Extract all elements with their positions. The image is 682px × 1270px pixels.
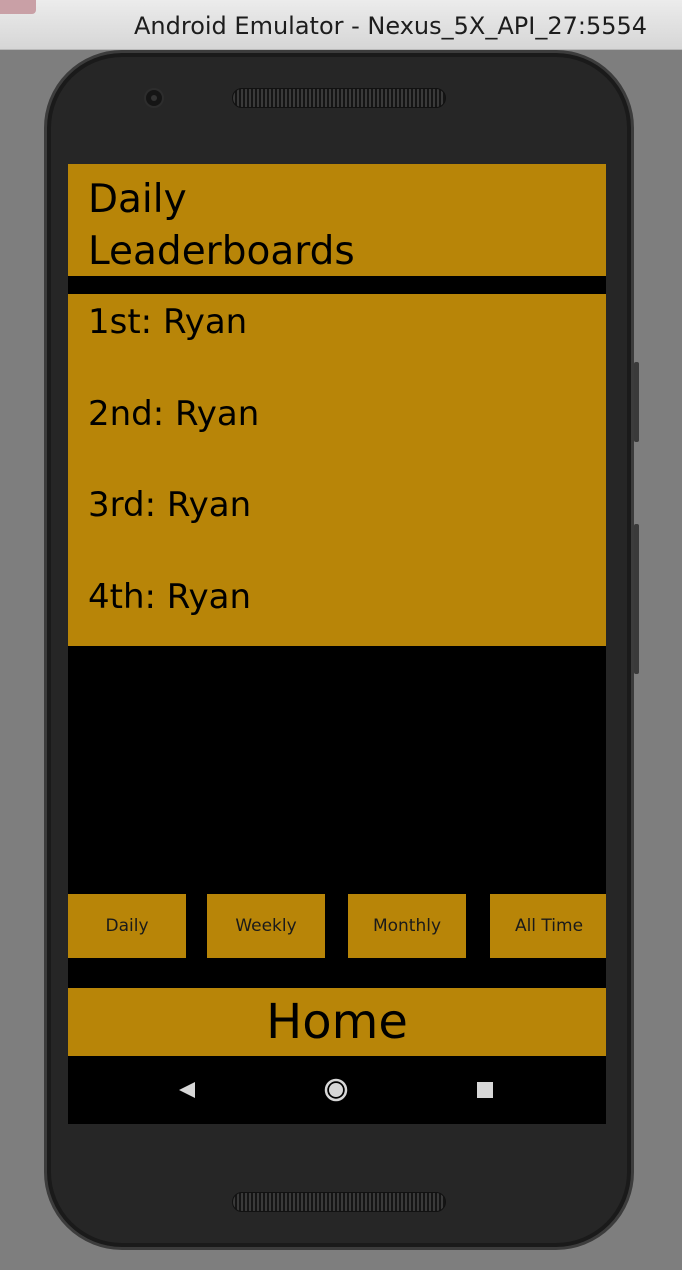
leaderboard-entry-2: 2nd: Ryan [88, 394, 260, 434]
back-icon [179, 1082, 195, 1098]
window-title: Android Emulator - Nexus_5X_API_27:5554 [134, 12, 648, 40]
tab-weekly[interactable]: Weekly [207, 894, 325, 958]
leaderboard-entry-1: 1st: Ryan [88, 302, 248, 342]
emulator-title-bar: Android Emulator - Nexus_5X_API_27:5554 [0, 0, 682, 50]
front-camera [144, 88, 164, 108]
android-nav-bar [68, 1056, 606, 1124]
tab-monthly[interactable]: Monthly [348, 894, 466, 958]
leaderboard-entry-3: 3rd: Ryan [88, 485, 252, 525]
tab-all-time[interactable]: All Time [490, 894, 606, 958]
volume-button[interactable] [634, 524, 639, 674]
leaderboard-header: Daily Leaderboards [68, 164, 606, 276]
home-button[interactable]: Home [68, 988, 606, 1056]
window-control-corner[interactable] [0, 0, 36, 14]
device-screen: Daily Leaderboards 1st: Ryan 2nd: Ryan 3… [68, 164, 606, 1124]
nav-recents-button[interactable] [461, 1066, 509, 1114]
recents-icon [477, 1082, 493, 1098]
home-icon [324, 1078, 348, 1102]
tab-daily[interactable]: Daily [68, 894, 186, 958]
nav-home-button[interactable] [312, 1066, 360, 1114]
nav-back-button[interactable] [163, 1066, 211, 1114]
power-button[interactable] [634, 362, 639, 442]
top-speaker-grille [232, 88, 446, 108]
leaderboard-entry-4: 4th: Ryan [88, 577, 252, 617]
bottom-speaker-grille [232, 1192, 446, 1212]
leaderboard-list: 1st: Ryan 2nd: Ryan 3rd: Ryan 4th: Ryan [68, 294, 606, 646]
page-title: Daily Leaderboards [88, 177, 355, 274]
